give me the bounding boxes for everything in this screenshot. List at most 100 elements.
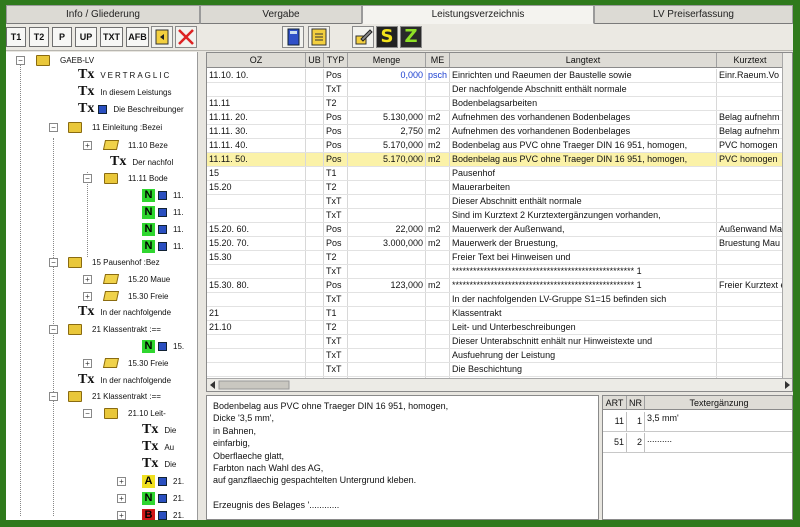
cell-langtext[interactable]: Dieser Unterabschnitt enhält nur Hinweis… [450,335,717,348]
collapse-toggle[interactable]: − [49,258,58,267]
cell-kurztext[interactable] [717,335,784,348]
cell-langtext[interactable]: Aufnehmen des vorhandenen Bodenbelages [450,125,717,138]
cell-ub[interactable] [306,349,324,362]
cell-ub[interactable] [306,69,324,82]
cell-typ[interactable]: Pos [324,237,348,250]
collapse-toggle[interactable]: − [49,123,58,132]
cell-me[interactable] [426,349,450,362]
cell-typ[interactable]: T2 [324,181,348,194]
s-button[interactable]: S [376,26,398,48]
cell-kurztext[interactable] [717,97,784,110]
tree-item[interactable]: N 21. [142,490,184,506]
cell-kurztext[interactable] [717,209,784,222]
cell-langtext[interactable]: Pausenhof [450,167,717,180]
cell-menge[interactable] [348,349,426,362]
cell-me[interactable] [426,97,450,110]
tree-item[interactable]: Tx Die [142,456,176,472]
cell-kurztext[interactable]: Belag aufnehm [717,111,784,124]
cell-ub[interactable] [306,167,324,180]
col-menge[interactable]: Menge [348,53,426,67]
cell-typ[interactable]: Pos [324,69,348,82]
cell-kurztext[interactable] [717,167,784,180]
cell-me[interactable] [426,195,450,208]
col-typ[interactable]: TYP [324,53,348,67]
cell-me[interactable] [426,363,450,376]
cell-kurztext[interactable]: PVC homogen [717,139,784,152]
cell-kurztext[interactable]: PVC homogen [717,153,784,166]
table-row[interactable]: TxT Die Beschichtung [207,363,784,377]
cell-langtext[interactable]: Einrichten und Raeumen der Baustelle sow… [450,69,717,82]
table-row[interactable]: TxT Ausfuehrung der Leistung [207,349,784,363]
export-button[interactable] [151,26,173,48]
cell-kurztext[interactable]: Einr.Raeum.Vo [717,69,784,82]
cell-menge[interactable] [348,181,426,194]
cell-me[interactable] [426,321,450,334]
table-row[interactable]: 21.10 T2 Leit- und Unterbeschreibungen [207,321,784,335]
collapse-toggle[interactable]: − [16,56,25,65]
txt-button[interactable]: TXT [100,27,123,47]
tree-root[interactable]: GAEB-LV [36,52,94,68]
cell-typ[interactable]: Pos [324,125,348,138]
tab-lv-preiserfassung[interactable]: LV Preiserfassung [594,5,793,24]
cell-menge[interactable]: 5.170,000 [348,139,426,152]
cell-ub[interactable] [306,83,324,96]
table-row[interactable]: TxT Dieser Unterabschnitt enhält nur Hinw… [207,335,784,349]
tree-group[interactable]: 21.10 Leit- [104,405,166,421]
table-row[interactable]: 11 1 3,5 mm' [603,412,792,432]
table-row[interactable]: 15.20. 60. Pos 22,000 m2 Mauerwerk der Außen… [207,223,784,237]
table-row[interactable]: 15.20. 70. Pos 3.000,000 m2 Mauerwerk der Br… [207,237,784,251]
expand-toggle[interactable]: + [83,141,92,150]
lv-tree[interactable]: − GAEB-LV Tx VERTRAGLIC Tx In diesem Leist… [6,52,198,520]
cell-typ[interactable]: TxT [324,335,348,348]
cell-langtext[interactable]: Mauerwerk der Außenwand, [450,223,717,236]
cell-menge[interactable] [348,321,426,334]
cell-oz[interactable] [207,293,306,306]
col-oz[interactable]: OZ [207,53,306,67]
collapse-toggle[interactable]: − [83,174,92,183]
cell-typ[interactable]: T2 [324,97,348,110]
cell-me[interactable]: m2 [426,139,450,152]
cell-me[interactable] [426,209,450,222]
cell-me[interactable]: m2 [426,153,450,166]
cell-me[interactable] [426,167,450,180]
cell-langtext[interactable]: Dieser Abschnitt enthält normale [450,195,717,208]
cell-oz[interactable]: 15 [207,167,306,180]
table-row[interactable]: 51 2 .......... [603,433,792,453]
cell-oz[interactable]: 15.20. 70. [207,237,306,250]
cell-ub[interactable] [306,181,324,194]
cell-ub[interactable] [306,321,324,334]
cell-langtext[interactable]: Klassentrakt [450,307,717,320]
cell-langtext[interactable]: Die Beschichtung [450,363,717,376]
tree-item[interactable]: Tx In der nachfolgende [78,372,171,388]
cell-typ[interactable]: TxT [324,209,348,222]
cell-kurztext[interactable]: Außenwand Ma [717,223,784,236]
cell-menge[interactable]: 3.000,000 [348,237,426,250]
cell-menge[interactable] [348,307,426,320]
col-kurztext[interactable]: Kurztext [717,53,784,67]
vertical-scrollbar[interactable] [782,53,792,379]
cell-ub[interactable] [306,139,324,152]
tree-item[interactable]: Tx Der nachfol [110,154,173,170]
cell-me[interactable]: m2 [426,279,450,292]
cell-ub[interactable] [306,363,324,376]
cell-kurztext[interactable] [717,83,784,96]
cell-typ[interactable]: TxT [324,265,348,278]
up-button[interactable]: UP [75,27,97,47]
cell-typ[interactable]: T2 [324,321,348,334]
tree-item[interactable]: Tx VERTRAGLIC [78,67,171,83]
tree-item[interactable]: Tx In diesem Leistungs [78,84,172,100]
cell-kurztext[interactable] [717,293,784,306]
cell-me[interactable] [426,265,450,278]
cell-ub[interactable] [306,209,324,222]
cell-oz[interactable] [207,265,306,278]
tree-group[interactable]: 11.11 Bode [104,170,168,186]
cell-ub[interactable] [306,307,324,320]
cell-me[interactable]: m2 [426,125,450,138]
cell-oz[interactable]: 11.10. 10. [207,69,306,82]
col-nr[interactable]: NR [627,396,645,409]
collapse-toggle[interactable]: − [49,392,58,401]
table-row[interactable]: 11.11. 40. Pos 5.170,000 m2 Bodenbelag aus P… [207,139,784,153]
cell-ub[interactable] [306,223,324,236]
cell-typ[interactable]: Pos [324,153,348,166]
tree-item[interactable]: Tx Die [142,422,176,438]
